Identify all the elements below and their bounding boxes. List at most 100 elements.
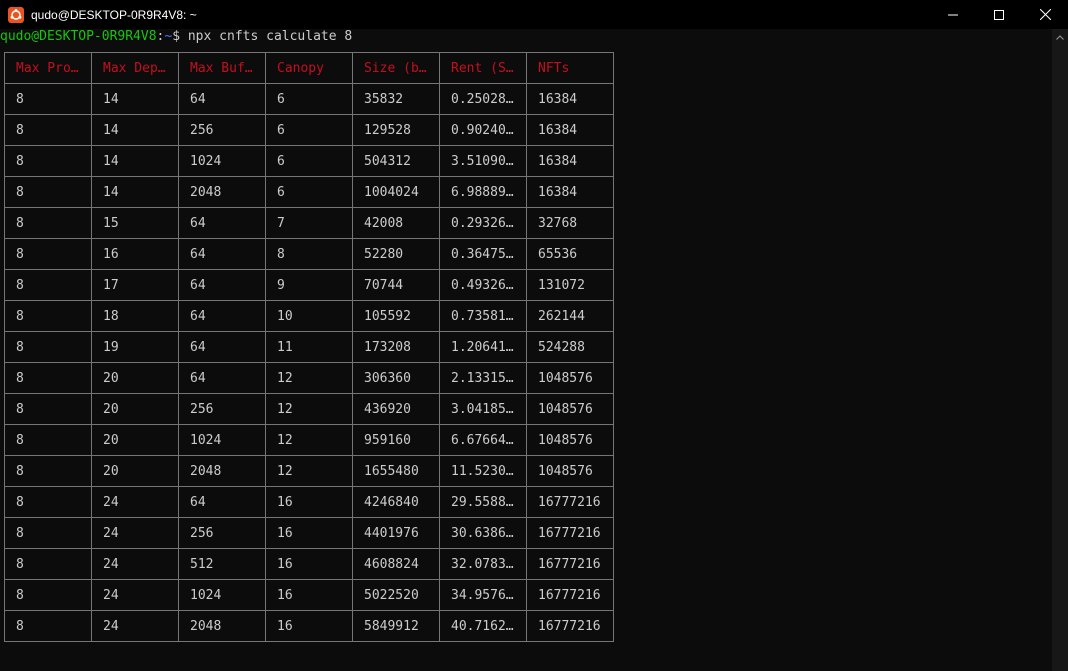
title-bar: qudo@DESKTOP-0R9R4V8: ~ [0,0,1068,29]
prompt-symbol: $ [172,29,188,44]
cell-max-buffer: 1024 [178,424,266,456]
header-max-depth: Max Dep… [91,52,179,84]
terminal-output[interactable]: qudo@DESKTOP-0R9R4V8:~$ npx cnfts calcul… [0,29,1052,671]
cell-size: 504312 [352,145,440,177]
cell-canopy: 10 [265,300,353,332]
cell-canopy: 6 [265,176,353,208]
cell-size: 35832 [352,83,440,115]
cell-max-buffer: 1024 [178,145,266,177]
cell-nfts: 131072 [526,269,614,301]
cell-size: 42008 [352,207,440,239]
table-row: 8 24 512 16 4608824 32.0783… 16777216 [4,548,614,580]
cell-size: 105592 [352,300,440,332]
cell-canopy: 6 [265,114,353,146]
cell-max-depth: 24 [91,610,179,642]
table-row: 8 15 64 7 42008 0.29326… 32768 [4,207,614,239]
cell-max-proof: 8 [4,269,92,301]
cell-max-proof: 8 [4,83,92,115]
cell-nfts: 1048576 [526,362,614,394]
cell-rent: 0.49326… [439,269,527,301]
ubuntu-icon[interactable] [8,6,24,23]
table-row: 8 18 64 10 105592 0.73581… 262144 [4,300,614,332]
results-table: Max Pro… Max Dep… Max Buf… Canopy Size (… [4,52,614,642]
header-rent: Rent (S… [439,52,527,84]
cell-max-depth: 24 [91,579,179,611]
maximize-icon [994,9,1004,20]
cell-max-buffer: 2048 [178,176,266,208]
cell-canopy: 12 [265,362,353,394]
cell-max-proof: 8 [4,393,92,425]
cell-max-buffer: 64 [178,486,266,518]
scrollbar[interactable] [1052,29,1068,671]
close-button[interactable] [1022,0,1068,29]
minimize-icon [948,14,958,15]
cell-size: 959160 [352,424,440,456]
cell-canopy: 11 [265,331,353,363]
cell-rent: 6.67664… [439,424,527,456]
table-row: 8 24 64 16 4246840 29.5588… 16777216 [4,486,614,518]
cell-max-proof: 8 [4,145,92,177]
cell-max-depth: 17 [91,269,179,301]
cell-max-buffer: 64 [178,238,266,270]
header-nfts: NFTs [526,52,614,84]
table-row: 8 20 1024 12 959160 6.67664… 1048576 [4,424,614,456]
cell-max-buffer: 64 [178,300,266,332]
cell-max-buffer: 2048 [178,610,266,642]
cell-canopy: 6 [265,145,353,177]
cell-max-proof: 8 [4,517,92,549]
cell-canopy: 16 [265,548,353,580]
cell-size: 4246840 [352,486,440,518]
cell-max-proof: 8 [4,610,92,642]
cell-max-proof: 8 [4,424,92,456]
cell-rent: 0.29326… [439,207,527,239]
cell-max-depth: 14 [91,176,179,208]
cell-max-buffer: 64 [178,269,266,301]
cell-canopy: 9 [265,269,353,301]
cell-max-depth: 14 [91,145,179,177]
table-row: 8 17 64 9 70744 0.49326… 131072 [4,269,614,301]
cell-rent: 0.90240… [439,114,527,146]
cell-max-buffer: 64 [178,83,266,115]
cell-max-depth: 20 [91,393,179,425]
maximize-button[interactable] [976,0,1022,29]
cell-size: 129528 [352,114,440,146]
cell-nfts: 16384 [526,145,614,177]
cell-nfts: 1048576 [526,424,614,456]
table-row: 8 24 1024 16 5022520 34.9576… 16777216 [4,579,614,611]
cell-size: 52280 [352,238,440,270]
cell-nfts: 16777216 [526,610,614,642]
cell-rent: 34.9576… [439,579,527,611]
cell-max-proof: 8 [4,176,92,208]
cell-max-proof: 8 [4,331,92,363]
cell-nfts: 16777216 [526,579,614,611]
cell-max-buffer: 256 [178,517,266,549]
cell-size: 5022520 [352,579,440,611]
cell-max-proof: 8 [4,548,92,580]
cell-nfts: 262144 [526,300,614,332]
cell-canopy: 16 [265,486,353,518]
cell-nfts: 65536 [526,238,614,270]
cell-canopy: 6 [265,83,353,115]
table-row: 8 19 64 11 173208 1.20641… 524288 [4,331,614,363]
cell-max-depth: 14 [91,114,179,146]
cell-max-buffer: 64 [178,362,266,394]
header-size: Size (b… [352,52,440,84]
cell-nfts: 16384 [526,83,614,115]
table-row: 8 24 256 16 4401976 30.6386… 16777216 [4,517,614,549]
cell-nfts: 1048576 [526,393,614,425]
cell-size: 1655480 [352,455,440,487]
cell-nfts: 16384 [526,114,614,146]
cell-max-proof: 8 [4,114,92,146]
scroll-up-button[interactable] [1052,29,1068,46]
cell-nfts: 16384 [526,176,614,208]
cell-max-buffer: 64 [178,331,266,363]
cell-size: 306360 [352,362,440,394]
cell-rent: 3.04185… [439,393,527,425]
cell-size: 4401976 [352,517,440,549]
cell-nfts: 524288 [526,331,614,363]
minimize-button[interactable] [930,0,976,29]
table-row: 8 20 256 12 436920 3.04185… 1048576 [4,393,614,425]
header-max-buffer: Max Buf… [178,52,266,84]
cell-rent: 0.25028… [439,83,527,115]
command-text: npx cnfts calculate 8 [187,29,353,44]
